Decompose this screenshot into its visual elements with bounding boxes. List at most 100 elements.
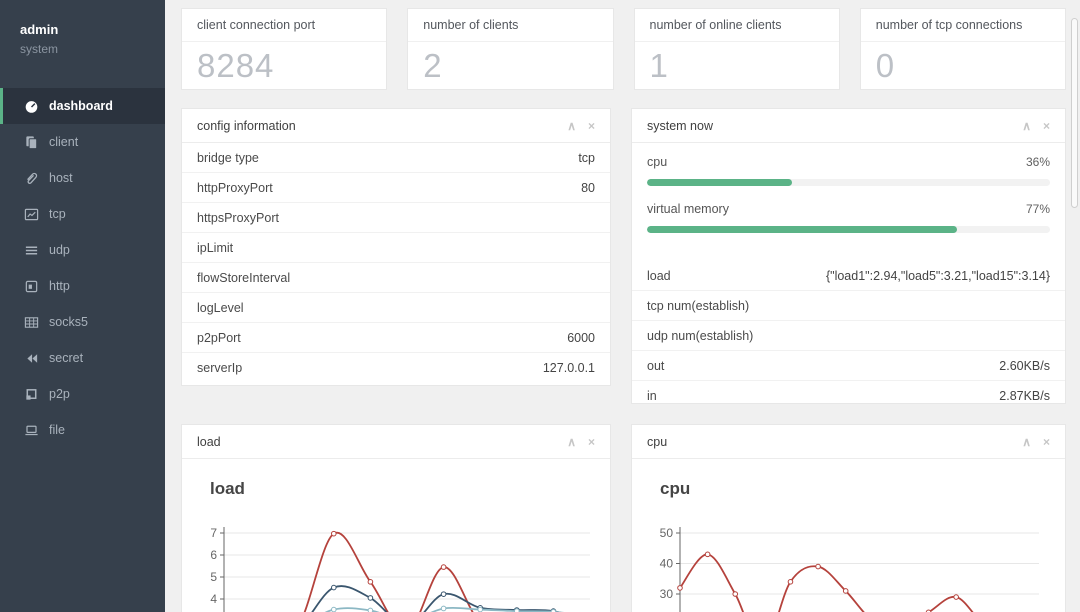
progress-fill bbox=[647, 179, 793, 186]
svg-text:5: 5 bbox=[210, 570, 217, 584]
user-info: admin system bbox=[0, 0, 165, 74]
config-row-httpsProxyPort: httpsProxyPort bbox=[182, 203, 610, 233]
row-label: in bbox=[647, 389, 657, 403]
svg-text:50: 50 bbox=[660, 526, 674, 540]
stat-value: 0 bbox=[875, 47, 896, 84]
config-row-serverIp: serverIp 127.0.0.1 bbox=[182, 353, 610, 383]
close-icon[interactable]: × bbox=[1043, 435, 1050, 449]
svg-text:40: 40 bbox=[660, 557, 674, 571]
sidebar-item-label: client bbox=[49, 135, 79, 149]
svg-text:6: 6 bbox=[210, 548, 217, 562]
panel-tools: ∧ × bbox=[567, 119, 595, 133]
user-name: admin bbox=[20, 22, 59, 37]
list-icon bbox=[24, 243, 39, 258]
config-row-p2pPort: p2pPort 6000 bbox=[182, 323, 610, 353]
chart-line-icon bbox=[24, 207, 39, 222]
system-now-panel: system now ∧ × cpu 36% virtual memory 77… bbox=[631, 108, 1066, 404]
collapse-icon[interactable]: ∧ bbox=[567, 435, 576, 449]
app-root: admin system dashboard client host tcp u… bbox=[0, 0, 1080, 612]
panel-header: config information ∧ × bbox=[182, 109, 610, 143]
stat-value: 1 bbox=[649, 47, 669, 84]
sidebar-item-label: tcp bbox=[49, 207, 66, 221]
panel-tools: ∧ × bbox=[567, 435, 595, 449]
row-label: udp num(establish) bbox=[647, 328, 754, 343]
collapse-icon[interactable]: ∧ bbox=[1022, 435, 1031, 449]
row-value: 2.87KB/s bbox=[999, 389, 1050, 403]
row-label: flowStoreInterval bbox=[197, 270, 291, 285]
gauge-icon bbox=[24, 99, 39, 114]
config-information-panel: config information ∧ × bridge type tcp ht… bbox=[181, 108, 611, 386]
config-row-ipLimit: ipLimit bbox=[182, 233, 610, 263]
sidebar-item-dashboard[interactable]: dashboard bbox=[0, 88, 165, 124]
main-content: client connection port 8284 number of cl… bbox=[165, 0, 1080, 612]
stat-label: number of online clients bbox=[634, 9, 839, 42]
sidebar-item-tcp[interactable]: tcp bbox=[0, 196, 165, 232]
sidebar-item-label: udp bbox=[49, 243, 70, 257]
sidebar-item-udp[interactable]: udp bbox=[0, 232, 165, 268]
collapse-icon[interactable]: ∧ bbox=[1022, 119, 1031, 133]
right-column: system now ∧ × cpu 36% virtual memory 77… bbox=[631, 108, 1066, 612]
sidebar-item-secret[interactable]: secret bbox=[0, 340, 165, 376]
row-label: out bbox=[647, 358, 665, 373]
square-icon bbox=[24, 387, 39, 402]
row-label: logLevel bbox=[197, 300, 244, 315]
copy-icon bbox=[24, 135, 39, 150]
config-row-logLevel: logLevel bbox=[182, 293, 610, 323]
sidebar-item-socks5[interactable]: socks5 bbox=[0, 304, 165, 340]
row-value: {"load1":2.94,"load5":3.21,"load15":3.14… bbox=[825, 268, 1050, 283]
virtual-memory-gauge: virtual memory 77% bbox=[647, 200, 1050, 233]
progress-track bbox=[647, 179, 1050, 186]
row-label: tcp num(establish) bbox=[647, 298, 750, 313]
sidebar-item-label: secret bbox=[49, 351, 84, 365]
system-gauges: cpu 36% virtual memory 77% bbox=[632, 143, 1065, 261]
gauge-percent: 77% bbox=[1025, 202, 1050, 216]
row-label: p2pPort bbox=[197, 330, 241, 345]
system-row-load: load {"load1":2.94,"load5":3.21,"load15":… bbox=[632, 261, 1065, 291]
user-role: system bbox=[20, 42, 59, 56]
config-row-bridge-type: bridge type tcp bbox=[182, 143, 610, 173]
row-label: load bbox=[647, 268, 671, 283]
sidebar-item-file[interactable]: file bbox=[0, 412, 165, 448]
progress-track bbox=[647, 226, 1050, 233]
stat-card-number-of-tcp-connections: number of tcp connections 0 bbox=[859, 8, 1066, 90]
row-label: bridge type bbox=[197, 150, 259, 165]
row-label: ipLimit bbox=[197, 240, 234, 255]
panel-grid: config information ∧ × bridge type tcp ht… bbox=[181, 108, 1066, 612]
sidebar-item-label: dashboard bbox=[49, 99, 113, 113]
laptop-icon bbox=[24, 423, 39, 438]
close-icon[interactable]: × bbox=[1043, 119, 1050, 133]
gauge-label: virtual memory bbox=[647, 202, 729, 216]
stat-label: client connection port bbox=[182, 9, 387, 42]
sidebar-item-label: p2p bbox=[49, 387, 70, 401]
gauge-percent: 36% bbox=[1025, 155, 1050, 169]
config-row-flowStoreInterval: flowStoreInterval bbox=[182, 263, 610, 293]
sidebar-item-client[interactable]: client bbox=[0, 124, 165, 160]
load-line-chart: 34567 bbox=[210, 526, 590, 612]
panel-title: system now bbox=[647, 118, 713, 133]
row-label: serverIp bbox=[197, 361, 243, 375]
sidebar-item-http[interactable]: http bbox=[0, 268, 165, 304]
row-label: httpProxyPort bbox=[197, 180, 273, 195]
panel-header: load ∧ × bbox=[182, 425, 610, 459]
config-rows: bridge type tcp httpProxyPort 80 httpsProx… bbox=[182, 143, 610, 383]
system-row-out: out 2.60KB/s bbox=[632, 351, 1065, 381]
system-rows: load {"load1":2.94,"load5":3.21,"load15":… bbox=[632, 261, 1065, 411]
row-value: 80 bbox=[581, 180, 595, 195]
row-value: 127.0.0.1 bbox=[542, 361, 595, 375]
collapse-icon[interactable]: ∧ bbox=[567, 119, 576, 133]
stat-label: number of clients bbox=[408, 9, 613, 42]
close-icon[interactable]: × bbox=[588, 435, 595, 449]
sidebar-item-label: http bbox=[49, 279, 70, 293]
chart-body: load 34567 bbox=[182, 459, 610, 612]
sidebar-item-p2p[interactable]: p2p bbox=[0, 376, 165, 412]
sidebar: admin system dashboard client host tcp u… bbox=[0, 0, 165, 612]
svg-text:30: 30 bbox=[660, 587, 674, 601]
rewind-icon bbox=[24, 351, 39, 366]
scrollbar-thumb[interactable] bbox=[1071, 18, 1078, 208]
sidebar-item-host[interactable]: host bbox=[0, 160, 165, 196]
paperclip-icon bbox=[24, 171, 39, 186]
close-icon[interactable]: × bbox=[588, 119, 595, 133]
stat-card-number-of-clients: number of clients 2 bbox=[407, 8, 614, 90]
panel-header: system now ∧ × bbox=[632, 109, 1065, 143]
svg-text:4: 4 bbox=[210, 592, 217, 606]
